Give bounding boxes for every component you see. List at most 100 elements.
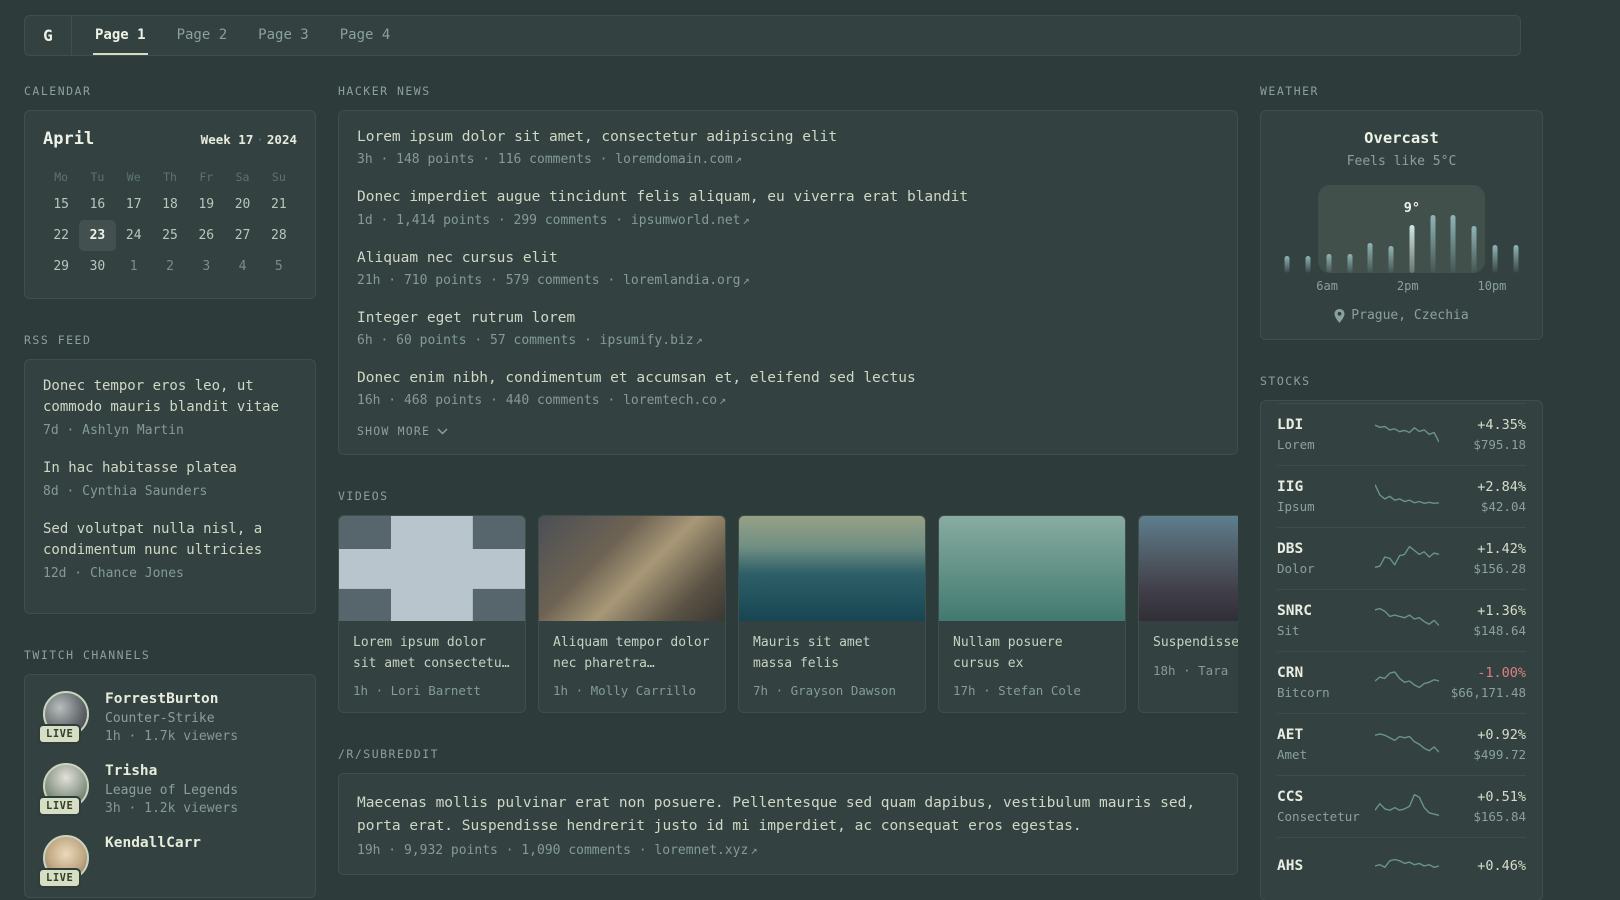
hour-label: 6am — [1316, 279, 1338, 293]
videos-row: Lorem ipsum dolor sit amet consectetu… 1… — [338, 515, 1238, 713]
post-meta[interactable]: 19h · 9,932 points · 1,090 comments · lo… — [357, 843, 1219, 858]
stock-symbol[interactable]: IIG — [1277, 479, 1373, 495]
stock-identity: AET Amet — [1277, 727, 1373, 762]
video-title[interactable]: Lorem ipsum dolor sit amet consectetu… — [353, 633, 511, 673]
stock-symbol[interactable]: AET — [1277, 727, 1373, 743]
temperature-bar — [1367, 243, 1373, 273]
channel-name[interactable]: Trisha — [105, 763, 238, 779]
dashboard-page: G Page 1 Page 2 Page 3 Page 4 CALENDAR Apri… — [0, 0, 1543, 900]
channel-category: Counter-Strike — [105, 711, 215, 726]
story-title[interactable]: Integer eget rutrum lorem — [357, 308, 1219, 328]
story-title[interactable]: Aliquam nec cursus elit — [357, 248, 1219, 268]
external-link-icon: ↗ — [742, 212, 750, 227]
stock-symbol[interactable]: LDI — [1277, 417, 1373, 433]
weather-hourly-chart: 9° — [1277, 185, 1526, 273]
rss-item-title[interactable]: Donec tempor eros leo, ut commodo mauris… — [43, 376, 297, 418]
channel-info: ForrestBurton Counter-Strike 1h · 1.7k v… — [105, 691, 238, 744]
calendar-day[interactable]: 2 — [152, 251, 188, 282]
story-title[interactable]: Lorem ipsum dolor sit amet, consectetur … — [357, 127, 1219, 147]
weather-hour-slot — [1443, 185, 1464, 273]
calendar-day[interactable]: 30 — [79, 251, 115, 282]
stocks-section-title: STOCKS — [1260, 374, 1311, 388]
stock-identity: LDI Lorem — [1277, 417, 1373, 452]
stock-values: +0.92% $499.72 — [1440, 727, 1526, 762]
calendar-day[interactable]: 16 — [79, 189, 115, 220]
app-logo[interactable]: G — [25, 16, 72, 55]
stock-row: SNRC Sit +1.36% $148.64 — [1277, 589, 1526, 651]
calendar-day[interactable]: 18 — [152, 189, 188, 220]
middle-column: HACKER NEWS Lorem ipsum dolor sit amet, … — [338, 84, 1238, 900]
calendar-day[interactable]: 1 — [116, 251, 152, 282]
calendar-day[interactable]: 28 — [261, 220, 297, 251]
rss-item-title[interactable]: In hac habitasse platea — [43, 458, 297, 479]
video-title[interactable]: Suspendisse diam — [1153, 633, 1238, 653]
weather-hour-slot — [1277, 185, 1298, 273]
weather-condition: Overcast — [1364, 129, 1439, 147]
page-tab[interactable]: Page 2 — [175, 16, 230, 55]
weather-location[interactable]: Prague, Czechia — [1277, 308, 1526, 323]
weather-section: WEATHER Overcast Feels like 5°C 9° 6am 2… — [1260, 84, 1543, 340]
stock-symbol[interactable]: CCS — [1277, 789, 1373, 805]
video-thumbnail[interactable] — [339, 516, 525, 622]
calendar-section-title: CALENDAR — [24, 84, 92, 98]
rss-item-title[interactable]: Sed volutpat nulla nisl, a condimentum n… — [43, 519, 297, 561]
stock-change: +2.84% — [1477, 479, 1526, 495]
calendar-day[interactable]: 27 — [224, 220, 260, 251]
story-meta[interactable]: 6h · 60 points · 57 comments · ipsumify.… — [357, 333, 1219, 348]
page-tab[interactable]: Page 1 — [93, 16, 148, 55]
weather-hour-slot — [1381, 185, 1402, 273]
calendar-day[interactable]: 5 — [261, 251, 297, 282]
post-title[interactable]: Maecenas mollis pulvinar erat non posuer… — [357, 792, 1219, 838]
video-thumbnail[interactable] — [739, 516, 925, 622]
video-thumbnail[interactable] — [1139, 516, 1238, 622]
calendar-day[interactable]: 17 — [116, 189, 152, 220]
post-meta-text: 19h · 9,932 points · 1,090 comments · lo… — [357, 843, 749, 859]
video-title[interactable]: Aliquam tempor dolor nec pharetra… — [553, 633, 711, 673]
stock-row: LDI Lorem +4.35% $795.18 — [1277, 403, 1526, 465]
stock-sparkline — [1374, 728, 1440, 762]
stock-sparkline — [1374, 851, 1439, 885]
story-meta[interactable]: 16h · 468 points · 440 comments · loremt… — [357, 393, 1219, 408]
calendar-day[interactable]: 15 — [43, 189, 79, 220]
channel-name[interactable]: ForrestBurton — [105, 691, 238, 707]
calendar-day[interactable]: 21 — [261, 189, 297, 220]
calendar-day[interactable]: 29 — [43, 251, 79, 282]
weekday-label: Tu — [90, 170, 105, 184]
story-title[interactable]: Donec imperdiet augue tincidunt felis al… — [357, 187, 1219, 207]
calendar-day[interactable]: 25 — [152, 220, 188, 251]
stock-symbol[interactable]: CRN — [1277, 665, 1373, 681]
stock-symbol[interactable]: SNRC — [1277, 603, 1373, 619]
stock-symbol[interactable]: AHS — [1277, 858, 1373, 874]
stock-symbol[interactable]: DBS — [1277, 541, 1373, 557]
hackernews-list: Lorem ipsum dolor sit amet, consectetur … — [357, 127, 1219, 408]
calendar-day[interactable]: 4 — [224, 251, 260, 282]
video-title[interactable]: Nullam posuere cursus ex — [953, 633, 1111, 673]
calendar-day[interactable]: 20 — [224, 189, 260, 220]
video-thumbnail[interactable] — [539, 516, 725, 622]
story-meta[interactable]: 3h · 148 points · 116 comments · loremdo… — [357, 152, 1219, 167]
video-card-body: Nullam posuere cursus ex 17h · Stefan Co… — [939, 621, 1125, 711]
calendar-day[interactable]: 23 — [79, 220, 116, 251]
live-badge: LIVE — [38, 724, 82, 744]
stock-row: AHS +0.46% — [1277, 837, 1526, 898]
live-badge: LIVE — [38, 796, 82, 816]
channel-name[interactable]: KendallCarr — [105, 835, 201, 851]
story-title[interactable]: Donec enim nibh, condimentum et accumsan… — [357, 368, 1219, 388]
page-tab[interactable]: Page 4 — [338, 16, 393, 55]
calendar-day[interactable]: 3 — [188, 251, 224, 282]
calendar-day[interactable]: 19 — [188, 189, 224, 220]
weather-widget: Overcast Feels like 5°C 9° 6am 2pm 10pm … — [1260, 110, 1543, 340]
story-meta[interactable]: 1d · 1,414 points · 299 comments · ipsum… — [357, 213, 1219, 228]
video-title[interactable]: Mauris sit amet massa felis — [753, 633, 911, 673]
video-meta: 1h · Lori Barnett — [353, 682, 481, 698]
page-tab[interactable]: Page 3 — [256, 16, 311, 55]
stock-change: +0.46% — [1477, 858, 1526, 874]
calendar-day[interactable]: 24 — [116, 220, 152, 251]
video-thumbnail[interactable] — [939, 516, 1125, 622]
calendar-day[interactable]: 26 — [188, 220, 224, 251]
calendar-day[interactable]: 22 — [43, 220, 79, 251]
hour-label: 10pm — [1477, 279, 1507, 293]
external-link-icon: ↗ — [742, 272, 750, 287]
show-more-button[interactable]: SHOW MORE — [357, 424, 448, 438]
story-meta[interactable]: 21h · 710 points · 579 comments · loreml… — [357, 273, 1219, 288]
